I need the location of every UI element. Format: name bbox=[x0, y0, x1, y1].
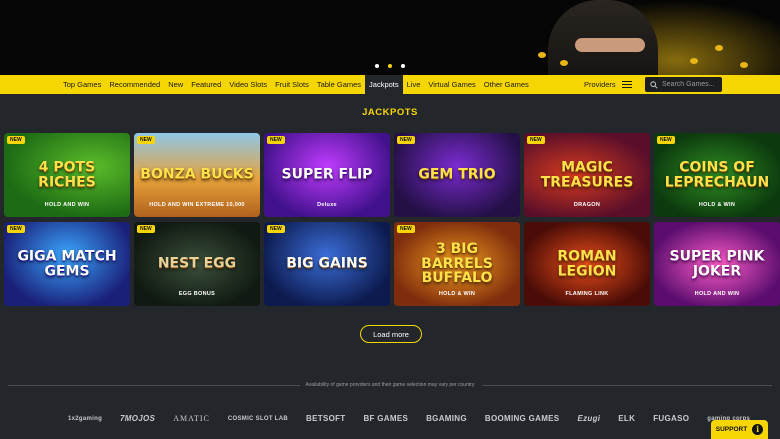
nav-tab-jackpots[interactable]: Jackpots bbox=[365, 75, 403, 94]
game-title: NEST EGG bbox=[157, 255, 237, 272]
hamburger-menu-icon[interactable] bbox=[621, 80, 632, 89]
section-title: JACKPOTS bbox=[362, 107, 418, 118]
coin-decoration bbox=[560, 60, 568, 66]
game-title: BONZA BUCKS bbox=[140, 166, 254, 183]
game-title: 3 BIG BARRELS BUFFALO bbox=[421, 240, 493, 287]
nav-tab-live[interactable]: Live bbox=[403, 75, 425, 94]
provider-logo-bgaming[interactable]: BGAMING bbox=[426, 414, 467, 423]
new-badge: NEW bbox=[527, 136, 545, 144]
game-title: ROMAN LEGION bbox=[557, 248, 617, 279]
game-title: GIGA MATCH GEMS bbox=[17, 248, 117, 279]
game-title: MAGIC TREASURES bbox=[540, 159, 634, 190]
game-subtitle: HOLD & WIN bbox=[438, 291, 476, 297]
nav-tab-table-games[interactable]: Table Games bbox=[313, 75, 365, 94]
support-label: SUPPORT bbox=[715, 426, 748, 433]
game-subtitle: HOLD AND WIN EXTREME 10,000 bbox=[149, 202, 245, 208]
game-subtitle: DRAGON bbox=[573, 202, 601, 208]
nav-tab-featured[interactable]: Featured bbox=[187, 75, 225, 94]
coin-decoration bbox=[538, 52, 546, 58]
game-tile[interactable]: NEW MAGIC TREASURES DRAGON bbox=[524, 133, 650, 217]
search-icon bbox=[650, 80, 658, 89]
game-tile[interactable]: NEW SUPER FLIP Deluxe bbox=[264, 133, 390, 217]
search-input[interactable] bbox=[662, 81, 722, 88]
coin-decoration bbox=[715, 45, 723, 51]
game-title: 4 POTS RICHES bbox=[38, 159, 96, 190]
new-badge: NEW bbox=[657, 136, 675, 144]
provider-logo-booming-games[interactable]: BOOMING GAMES bbox=[485, 414, 560, 423]
carousel-dots bbox=[375, 64, 405, 68]
providers-menu[interactable]: Providers bbox=[584, 75, 632, 94]
nav-tab-virtual-games[interactable]: Virtual Games bbox=[424, 75, 479, 94]
carousel-dot[interactable] bbox=[375, 64, 379, 68]
nav-tab-top-games[interactable]: Top Games bbox=[59, 75, 105, 94]
new-badge: NEW bbox=[397, 225, 415, 233]
provider-logo-amatic[interactable]: AMATIC bbox=[173, 414, 210, 423]
game-tile[interactable]: NEW GIGA MATCH GEMS bbox=[4, 222, 130, 306]
game-tile[interactable]: NEW 3 BIG BARRELS BUFFALO HOLD & WIN bbox=[394, 222, 520, 306]
provider-logo-elk[interactable]: ELK bbox=[618, 414, 635, 423]
games-grid: NEW 4 POTS RICHES HOLD AND WIN NEW BONZA BUC… bbox=[4, 133, 780, 306]
game-subtitle: HOLD AND WIN bbox=[44, 202, 90, 208]
hero-banner[interactable] bbox=[0, 0, 780, 76]
game-title: GEM TRIO bbox=[418, 166, 496, 183]
carousel-dot-active[interactable] bbox=[388, 64, 392, 68]
game-subtitle: EGG BONUS bbox=[178, 291, 216, 297]
footer-availability-note: Availability of game providers and their… bbox=[0, 382, 780, 388]
game-tile[interactable]: NEW GEM TRIO bbox=[394, 133, 520, 217]
provider-logo-7mojos[interactable]: 7MOJOS bbox=[120, 414, 155, 423]
game-tile[interactable]: NEW BONZA BUCKS HOLD AND WIN EXTREME 10,00… bbox=[134, 133, 260, 217]
provider-logo-cosmic-slot-lab[interactable]: COSMIC SLOT LAB bbox=[228, 416, 288, 422]
new-badge: NEW bbox=[397, 136, 415, 144]
provider-logos: 1x2gaming 7MOJOS AMATIC COSMIC SLOT LAB BETS… bbox=[68, 414, 750, 423]
game-subtitle: HOLD AND WIN bbox=[694, 291, 740, 297]
coin-decoration bbox=[690, 58, 698, 64]
provider-logo-bf-games[interactable]: BF GAMES bbox=[363, 414, 408, 423]
info-icon: i bbox=[752, 424, 764, 435]
nav-tab-other-games[interactable]: Other Games bbox=[480, 75, 533, 94]
new-badge: NEW bbox=[7, 136, 25, 144]
game-tile[interactable]: NEW 4 POTS RICHES HOLD AND WIN bbox=[4, 133, 130, 217]
support-button[interactable]: SUPPORT i bbox=[711, 420, 768, 439]
game-title: SUPER PINK JOKER bbox=[669, 248, 765, 279]
provider-logo-fugaso[interactable]: FUGASO bbox=[653, 414, 689, 423]
new-badge: NEW bbox=[267, 136, 285, 144]
new-badge: NEW bbox=[137, 225, 155, 233]
nav-tab-fruit-slots[interactable]: Fruit Slots bbox=[271, 75, 313, 94]
category-tabs: Top Games Recommended New Featured Video Slo… bbox=[59, 75, 533, 94]
game-tile[interactable]: NEW BIG GAINS bbox=[264, 222, 390, 306]
provider-logo-1x2gaming[interactable]: 1x2gaming bbox=[68, 416, 102, 422]
providers-label: Providers bbox=[584, 80, 616, 89]
nav-tab-new[interactable]: New bbox=[164, 75, 187, 94]
carousel-dot[interactable] bbox=[401, 64, 405, 68]
game-title: BIG GAINS bbox=[286, 255, 368, 272]
search-games-box[interactable] bbox=[645, 77, 722, 92]
game-subtitle: FLAMING LINK bbox=[565, 291, 609, 297]
new-badge: NEW bbox=[267, 225, 285, 233]
game-tile[interactable]: NEW NEST EGG EGG BONUS bbox=[134, 222, 260, 306]
nav-tab-recommended[interactable]: Recommended bbox=[105, 75, 164, 94]
provider-logo-ezugi[interactable]: Ezugi bbox=[577, 414, 600, 423]
nav-tab-video-slots[interactable]: Video Slots bbox=[225, 75, 271, 94]
provider-logo-betsoft[interactable]: BETSOFT bbox=[306, 414, 345, 423]
new-badge: NEW bbox=[7, 225, 25, 233]
game-subtitle: HOLD & WIN bbox=[698, 202, 736, 208]
game-tile[interactable]: SUPER PINK JOKER HOLD AND WIN bbox=[654, 222, 780, 306]
hero-presenter-arm bbox=[575, 38, 645, 52]
game-title: COINS OF LEPRECHAUN bbox=[664, 159, 770, 190]
new-badge: NEW bbox=[137, 136, 155, 144]
coin-decoration bbox=[740, 62, 748, 68]
game-tile[interactable]: NEW COINS OF LEPRECHAUN HOLD & WIN bbox=[654, 133, 780, 217]
game-subtitle: Deluxe bbox=[317, 202, 337, 208]
load-more-button[interactable]: Load more bbox=[360, 325, 422, 343]
game-tile[interactable]: ROMAN LEGION FLAMING LINK bbox=[524, 222, 650, 306]
game-title: SUPER FLIP bbox=[281, 166, 373, 183]
